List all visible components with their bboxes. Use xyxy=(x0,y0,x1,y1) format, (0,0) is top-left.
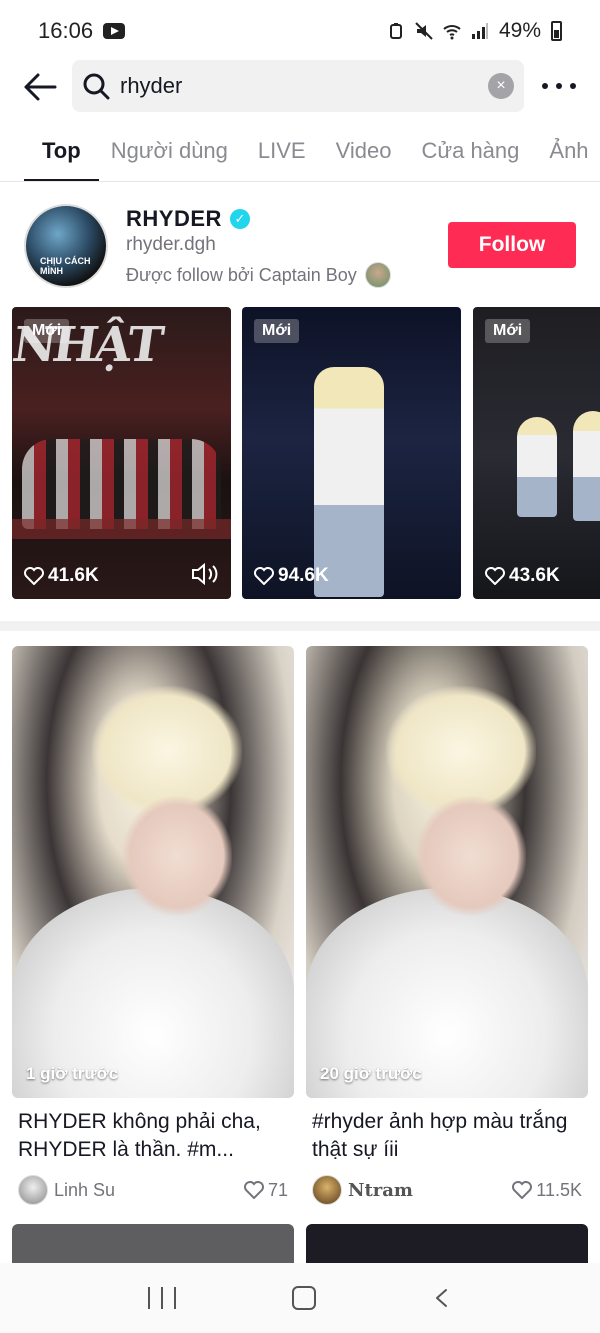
status-bar: 16:06 49% xyxy=(0,0,600,62)
like-count-value: 94.6K xyxy=(278,565,329,586)
stage-floor xyxy=(12,519,231,539)
tab-shop[interactable]: Cửa hàng xyxy=(421,128,519,181)
grid-video-card[interactable]: 1 giờ trước RHYDER không phải cha, RHYDE… xyxy=(12,646,294,1206)
like-count-value: 11.5K xyxy=(536,1179,582,1200)
user-name-row: RHYDER ✓ xyxy=(126,206,250,232)
alarm-icon xyxy=(389,23,402,39)
system-back-icon[interactable] xyxy=(432,1288,452,1308)
video-caption[interactable]: RHYDER không phải cha, RHYDER là thần. #… xyxy=(12,1108,294,1164)
heart-icon xyxy=(512,1181,533,1199)
performer xyxy=(573,411,600,521)
back-arrow-icon[interactable] xyxy=(22,70,58,104)
author-avatar[interactable] xyxy=(312,1175,342,1205)
like-count: 11.5K xyxy=(512,1180,582,1201)
heart-icon xyxy=(24,567,44,585)
search-tabs: Top Người dùng LIVE Video Cửa hàng Ảnh xyxy=(0,128,600,182)
tab-top[interactable]: Top xyxy=(24,128,99,181)
heart-icon xyxy=(254,567,274,585)
video-thumbnail[interactable]: 1 giờ trước xyxy=(12,646,294,1098)
wifi-icon xyxy=(443,25,461,40)
search-icon xyxy=(83,73,110,100)
section-divider xyxy=(0,621,600,631)
grid-video-card[interactable]: 20 giờ trước #rhyder ảnh hợp màu trắng t… xyxy=(306,646,588,1206)
video-meta: Linh Su 71 xyxy=(12,1174,294,1206)
status-left: 16:06 xyxy=(38,18,126,44)
like-count-value: 43.6K xyxy=(509,565,560,586)
mutual-follower-avatar xyxy=(364,262,391,288)
youtube-notification-icon xyxy=(103,23,126,39)
followed-by-row: Được follow bởi Captain Boy xyxy=(126,262,391,288)
performer xyxy=(314,367,384,597)
signal-icon xyxy=(471,23,488,39)
new-badge: Mới xyxy=(24,319,70,343)
new-badge: Mới xyxy=(485,319,531,343)
like-count-value: 71 xyxy=(267,1179,288,1200)
tab-users[interactable]: Người dùng xyxy=(111,128,228,181)
follow-button[interactable]: Follow xyxy=(448,222,576,268)
author-name[interactable]: Ntram xyxy=(348,1180,413,1201)
user-name: RHYDER xyxy=(126,206,222,231)
tab-photos[interactable]: Ảnh xyxy=(549,128,588,181)
video-caption[interactable]: #rhyder ảnh hợp màu trắng thật sự íii xyxy=(306,1108,588,1164)
heart-icon xyxy=(485,567,505,585)
author-name[interactable]: Linh Su xyxy=(54,1180,115,1201)
strip-video-card[interactable]: Mới 94.6K xyxy=(242,307,461,599)
clock: 16:06 xyxy=(38,18,94,43)
search-input[interactable] xyxy=(120,73,460,99)
stage-crowd xyxy=(22,439,221,529)
video-meta: Ntram 11.5K xyxy=(306,1174,588,1206)
like-count: 94.6K xyxy=(254,565,329,587)
status-right: 49% xyxy=(387,19,562,43)
strip-video-card[interactable]: NHẬT Mới 41.6K xyxy=(12,307,231,599)
like-count-value: 41.6K xyxy=(48,565,99,586)
avatar-text: CHỊU CÁCH MÌNH xyxy=(40,256,91,276)
thumbnail-face xyxy=(416,796,526,916)
verified-badge-icon: ✓ xyxy=(229,209,250,229)
posted-time: 20 giờ trước xyxy=(320,1064,422,1083)
like-count: 41.6K xyxy=(24,565,99,587)
posted-time: 1 giờ trước xyxy=(26,1064,119,1083)
performer xyxy=(517,417,557,517)
user-result-card[interactable]: CHỊU CÁCH MÌNH RHYDER ✓ rhyder.dgh Được … xyxy=(0,196,600,296)
clear-search-icon[interactable]: × xyxy=(488,73,514,99)
user-handle: rhyder.dgh xyxy=(126,234,216,255)
video-thumbnail[interactable]: 20 giờ trước xyxy=(306,646,588,1098)
tab-video[interactable]: Video xyxy=(336,128,392,181)
user-video-strip: NHẬT Mới 41.6K Mới 94.6K Mới 43.6K xyxy=(0,307,600,599)
system-nav-bar xyxy=(0,1263,600,1333)
tab-live[interactable]: LIVE xyxy=(258,128,306,181)
recents-icon[interactable] xyxy=(148,1287,176,1309)
more-options-icon[interactable] xyxy=(542,74,576,98)
strip-video-card[interactable]: Mới 43.6K xyxy=(473,307,600,599)
sound-icon[interactable] xyxy=(191,563,219,585)
thumbnail-face xyxy=(122,796,232,916)
search-box[interactable]: × xyxy=(72,60,524,112)
heart-icon xyxy=(243,1181,264,1199)
search-header: × xyxy=(0,60,600,114)
user-avatar[interactable]: CHỊU CÁCH MÌNH xyxy=(24,204,108,288)
home-icon[interactable] xyxy=(292,1286,316,1310)
author-avatar[interactable] xyxy=(18,1175,48,1205)
new-badge: Mới xyxy=(254,319,300,343)
like-count: 43.6K xyxy=(485,565,560,587)
mute-icon xyxy=(415,22,433,40)
followed-by-text: Được follow bởi Captain Boy xyxy=(126,264,357,285)
battery-icon xyxy=(551,21,562,41)
like-count: 71 xyxy=(243,1179,288,1201)
battery-level: 49% xyxy=(498,19,541,42)
